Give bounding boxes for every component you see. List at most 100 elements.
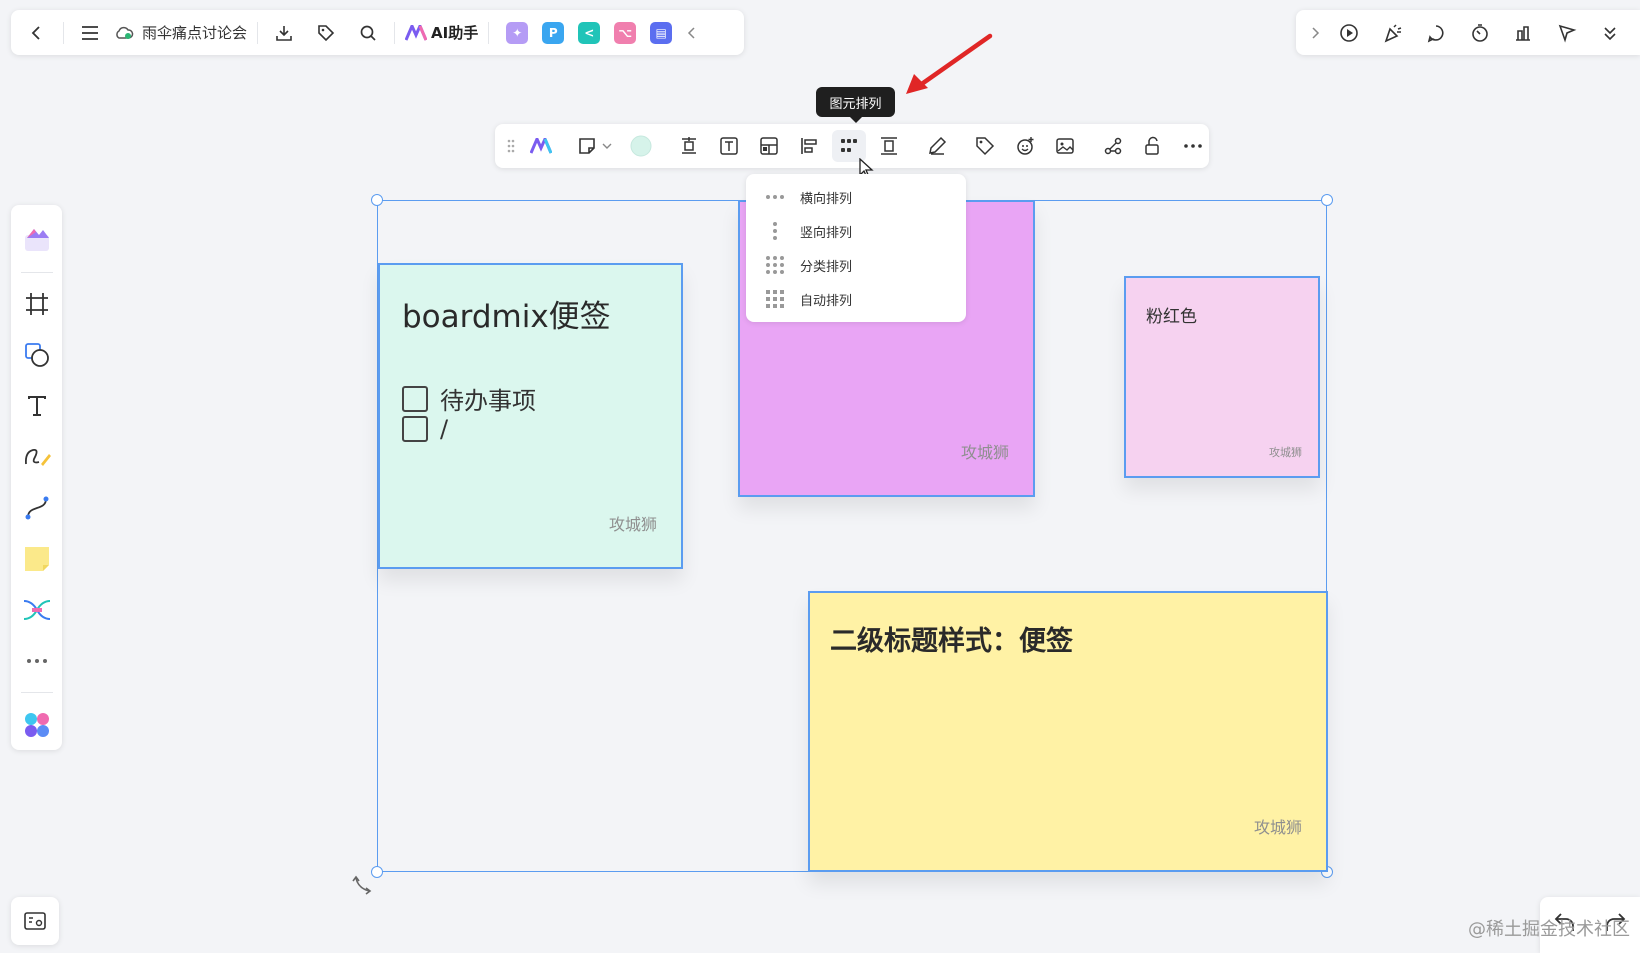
apps-icon[interactable] — [17, 705, 57, 744]
vote-icon[interactable] — [1502, 17, 1545, 49]
comment-icon[interactable] — [1415, 17, 1458, 49]
menu-item-label: 自动排列 — [800, 293, 853, 309]
menu-item-vertical-arrange[interactable]: 竖向排列 — [746, 214, 966, 248]
search-icon[interactable] — [352, 17, 384, 49]
sticky-note-pink[interactable]: 粉红色 攻城狮 — [1124, 276, 1320, 478]
presentation-app-icon[interactable]: P — [542, 21, 565, 44]
note-author: 攻城狮 — [960, 443, 1009, 462]
menu-item-horizontal-arrange[interactable]: 横向排列 — [746, 180, 966, 214]
menu-item-label: 竖向排列 — [800, 225, 853, 241]
dot-grid-icon — [764, 255, 786, 275]
divider — [20, 692, 53, 694]
pen-tool-icon[interactable] — [17, 438, 57, 477]
square-grid-icon — [764, 289, 786, 309]
template-library-icon[interactable] — [17, 221, 57, 260]
double-chevron-down-icon[interactable] — [1589, 17, 1632, 49]
more-tools-icon[interactable] — [17, 641, 57, 680]
emoji-add-icon[interactable] — [1008, 130, 1042, 162]
todo-item[interactable]: / — [402, 415, 448, 443]
back-button[interactable] — [21, 17, 53, 49]
vertical-dots-icon — [764, 221, 786, 241]
size-adjust-icon[interactable] — [672, 130, 706, 162]
connect-nodes-icon[interactable] — [1096, 130, 1130, 162]
note-author: 攻城狮 — [1269, 446, 1302, 459]
arrange-dropdown-menu: 横向排列 竖向排列 分类排列 自动排列 — [746, 174, 966, 322]
minimap-icon — [24, 912, 46, 930]
image-icon[interactable] — [1048, 130, 1082, 162]
note-author: 攻城狮 — [1253, 818, 1302, 837]
mindmap-app-icon[interactable]: < — [578, 21, 601, 44]
left-tool-sidebar — [11, 205, 62, 750]
more-options-icon[interactable] — [1176, 130, 1210, 162]
checkbox-icon[interactable] — [402, 385, 428, 412]
image-gen-app-icon[interactable]: ✦ — [506, 21, 529, 44]
resize-handle-top-right[interactable] — [1321, 194, 1333, 206]
flowchart-app-icon[interactable]: ⌥ — [614, 21, 637, 44]
sticky-note-yellow[interactable]: 二级标题样式：便签 攻城狮 — [808, 591, 1328, 872]
text-tool-icon[interactable] — [17, 387, 57, 426]
note-author: 攻城狮 — [608, 515, 657, 534]
divider — [488, 21, 490, 44]
expand-chevron-icon[interactable] — [1304, 17, 1328, 49]
sticky-note-green[interactable]: boardmix便签 待办事项 / 攻城狮 — [378, 263, 683, 569]
menu-item-label: 分类排列 — [800, 259, 853, 275]
sticky-note-tool-icon[interactable] — [17, 539, 57, 578]
tooltip: 图元排列 — [816, 87, 895, 123]
follow-flag-icon[interactable] — [1545, 17, 1588, 49]
celebrate-icon[interactable] — [1371, 17, 1414, 49]
ai-assistant-label: AI助手 — [431, 24, 479, 42]
chat-app-icon[interactable]: ▤ — [650, 21, 673, 44]
sticky-note-icon — [578, 137, 596, 155]
note-title: boardmix便签 — [402, 299, 611, 335]
sticky-shape-dropdown[interactable] — [572, 130, 618, 162]
top-toolbar-left: 雨伞痛点讨论会 AI助手 ✦ P < ⌥ ▤ — [11, 10, 744, 55]
unlock-icon[interactable] — [1136, 130, 1170, 162]
menu-icon[interactable] — [74, 17, 106, 49]
note-title: 二级标题样式：便签 — [830, 626, 1073, 657]
ai-assistant-button[interactable]: AI助手 — [405, 22, 478, 43]
watermark: @稀土掘金技术社区 — [1468, 919, 1630, 940]
spacing-icon[interactable] — [872, 130, 906, 162]
text-box-icon[interactable] — [712, 130, 746, 162]
ai-logo-icon — [405, 24, 428, 41]
layout-icon[interactable] — [752, 130, 786, 162]
connector-tool-icon[interactable] — [17, 489, 57, 528]
tag-icon[interactable] — [310, 17, 342, 49]
divider — [63, 21, 64, 44]
todo-label: 待办事项 — [440, 387, 536, 415]
drag-handle-icon[interactable] — [504, 130, 518, 162]
timer-icon[interactable] — [1458, 17, 1501, 49]
present-play-icon[interactable] — [1328, 17, 1371, 49]
horizontal-dots-icon — [764, 194, 786, 200]
rotate-handle-icon[interactable] — [352, 874, 374, 896]
menu-item-auto-arrange[interactable]: 自动排列 — [746, 282, 966, 316]
fill-color-swatch[interactable] — [624, 130, 658, 162]
tooltip-label: 图元排列 — [829, 96, 882, 112]
minimap-button[interactable] — [11, 897, 59, 945]
resize-handle-top-left[interactable] — [371, 194, 383, 206]
app-shortcuts: ✦ P < ⌥ ▤ — [499, 21, 679, 44]
selection-toolbar — [495, 124, 1209, 168]
download-icon[interactable] — [268, 17, 300, 49]
divider — [257, 21, 259, 44]
note-title: 粉红色 — [1146, 307, 1197, 327]
top-toolbar-right — [1296, 10, 1640, 55]
pen-edit-icon[interactable] — [920, 130, 954, 162]
shape-tool-icon[interactable] — [17, 336, 57, 375]
document-title[interactable]: 雨伞痛点讨论会 — [142, 22, 247, 43]
annotation-arrow-icon — [906, 33, 993, 94]
checkbox-icon[interactable] — [402, 416, 428, 442]
ai-logo-icon[interactable] — [524, 130, 558, 162]
mindmap-tool-icon[interactable] — [17, 590, 57, 629]
tag-icon[interactable] — [968, 130, 1002, 162]
divider — [20, 271, 53, 273]
align-left-icon[interactable] — [792, 130, 826, 162]
frame-tool-icon[interactable] — [17, 285, 57, 324]
divider — [394, 21, 396, 44]
collapse-chevron-icon[interactable] — [679, 17, 703, 49]
todo-item[interactable]: 待办事项 — [402, 381, 536, 416]
todo-label: / — [440, 415, 449, 443]
chevron-down-icon — [602, 142, 612, 150]
cloud-sync-icon — [112, 17, 136, 49]
menu-item-category-arrange[interactable]: 分类排列 — [746, 248, 966, 282]
